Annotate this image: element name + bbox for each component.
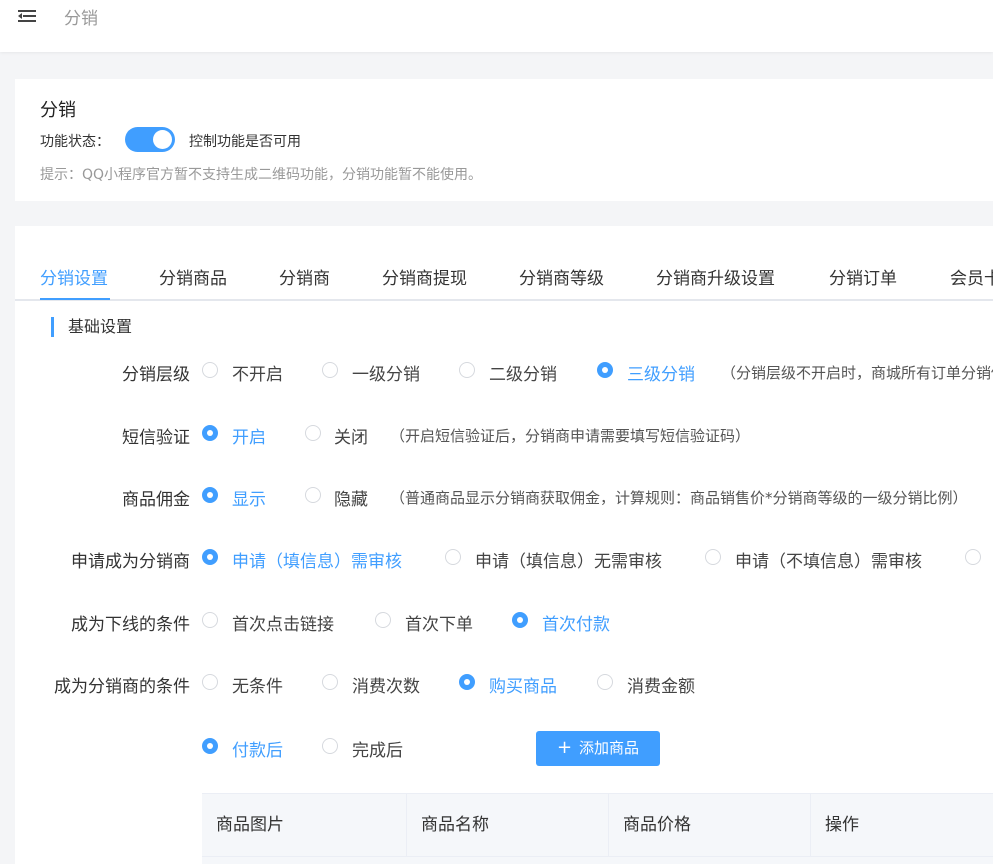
become-radio-count[interactable] [322,674,338,690]
column-header-image: 商品图片 [202,794,407,856]
breadcrumb: 分销 [64,9,98,29]
sms-radio-off[interactable] [305,425,321,441]
level-option-off[interactable]: 不开启 [232,360,283,385]
become-label: 成为分销商的条件 [54,677,190,697]
tab-bar: 分销设置 分销商品 分销商 分销商提现 分销商等级 分销商升级设置 分销订单 会… [15,226,993,301]
menu-fold-icon[interactable] [18,8,38,24]
timing-radio-done[interactable] [322,738,338,754]
apply-option-no-review[interactable]: 申请（填信息）无需审核 [475,547,662,572]
downline-option-order[interactable]: 首次下单 [405,610,473,635]
downline-option-pay[interactable]: 首次付款 [542,610,610,635]
tab-distributors[interactable]: 分销商 [279,264,330,289]
downline-label: 成为下线的条件 [71,615,190,635]
tab-distributor-levels[interactable]: 分销商等级 [519,264,604,289]
card-title: 分销 [40,100,76,121]
level-radio-three[interactable] [597,362,613,378]
apply-label: 申请成为分销商 [71,552,190,572]
level-radio-off[interactable] [202,362,218,378]
settings-card: 分销设置 分销商品 分销商 分销商提现 分销商等级 分销商升级设置 分销订单 会… [15,226,993,864]
downline-radio-order[interactable] [375,612,391,628]
become-radio-buy[interactable] [459,674,475,690]
sms-option-on[interactable]: 开启 [232,423,266,448]
commission-radio-hide[interactable] [305,487,321,503]
section-title: 基础设置 [51,317,132,337]
timing-option-paid[interactable]: 付款后 [232,736,283,761]
state-label: 功能状态： [40,134,110,150]
apply-radio-no-review[interactable] [445,549,461,565]
level-radio-one[interactable] [322,362,338,378]
toggle-knob [153,130,172,149]
tab-member-card[interactable]: 会员卡 [950,264,993,289]
level-option-three[interactable]: 三级分销 [627,360,695,385]
become-radio-none[interactable] [202,674,218,690]
level-radio-two[interactable] [459,362,475,378]
product-table: 商品图片 商品名称 商品价格 操作 [202,793,993,864]
sms-radio-on[interactable] [202,425,218,441]
feature-toggle[interactable] [125,127,175,152]
apply-option-no-info[interactable]: 申请（不填信息）需审核 [735,547,922,572]
tab-distribution-orders[interactable]: 分销订单 [829,264,897,289]
add-product-button[interactable]: + 添加商品 [536,731,660,766]
timing-option-done[interactable]: 完成后 [352,736,403,761]
status-card: 分销 功能状态： 控制功能是否可用 提示：QQ小程序官方暂不支持生成二维码功能，… [15,79,993,201]
column-header-actions: 操作 [825,815,859,835]
downline-option-click[interactable]: 首次点击链接 [232,610,334,635]
top-bar: 分销 [0,0,993,52]
state-description: 控制功能是否可用 [189,134,301,150]
level-label: 分销层级 [122,365,190,385]
column-header-name: 商品名称 [407,794,609,856]
add-product-label: 添加商品 [579,739,640,757]
commission-option-show[interactable]: 显示 [232,485,266,510]
become-option-buy[interactable]: 购买商品 [489,672,557,697]
commission-hint: （普通商品显示分销商获取佣金，计算规则：商品销售价*分销商等级的一级分销比例） [390,489,968,507]
sms-hint: （开启短信验证后，分销商申请需要填写短信验证码） [390,427,751,445]
sms-label: 短信验证 [122,428,190,448]
apply-radio-review[interactable] [202,549,218,565]
level-option-one[interactable]: 一级分销 [352,360,420,385]
tab-withdrawals[interactable]: 分销商提现 [382,264,467,289]
become-option-count[interactable]: 消费次数 [352,672,420,697]
timing-radio-paid[interactable] [202,738,218,754]
tip-text: 提示：QQ小程序官方暂不支持生成二维码功能，分销功能暂不能使用。 [40,167,483,183]
become-option-amount[interactable]: 消费金额 [627,672,695,697]
sms-option-off[interactable]: 关闭 [334,423,368,448]
apply-radio-no-info[interactable] [705,549,721,565]
become-option-none[interactable]: 无条件 [232,672,283,697]
commission-radio-show[interactable] [202,487,218,503]
tab-distribution-settings[interactable]: 分销设置 [40,264,108,289]
table-divider [202,856,993,857]
commission-label: 商品佣金 [122,490,190,510]
plus-icon: + [557,737,573,758]
downline-radio-pay[interactable] [512,612,528,628]
active-tab-indicator [40,298,110,300]
downline-radio-click[interactable] [202,612,218,628]
level-hint: （分销层级不开启时，商城所有订单分销佣金为0） [721,364,993,382]
commission-option-hide[interactable]: 隐藏 [334,485,368,510]
become-radio-amount[interactable] [597,674,613,690]
apply-option-review[interactable]: 申请（填信息）需审核 [232,547,402,572]
level-option-two[interactable]: 二级分销 [489,360,557,385]
tab-upgrade-settings[interactable]: 分销商升级设置 [656,264,775,289]
tab-distribution-products[interactable]: 分销商品 [159,264,227,289]
apply-radio-more[interactable] [965,549,981,565]
column-header-price: 商品价格 [609,794,811,856]
